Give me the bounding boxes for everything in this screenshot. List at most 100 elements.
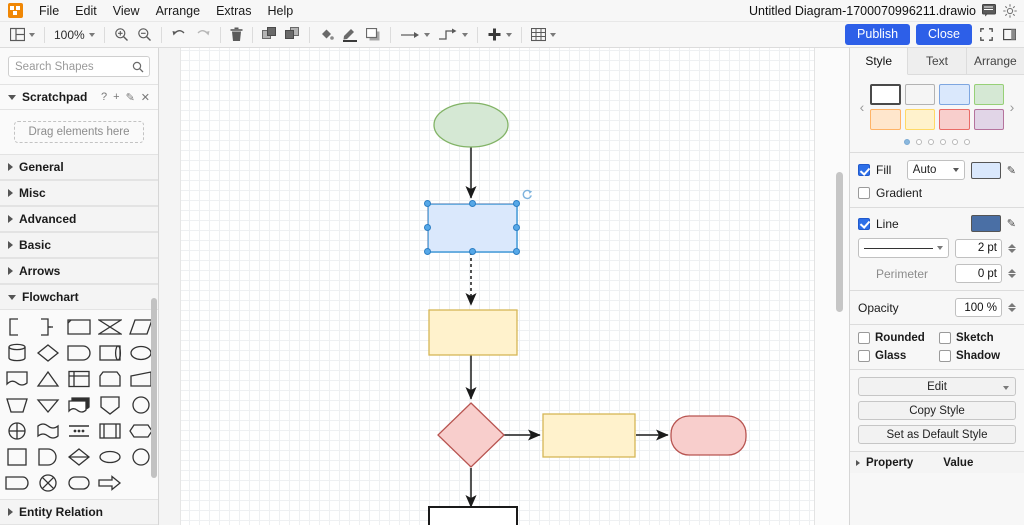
shape-start-1[interactable] bbox=[94, 444, 125, 470]
shape-multi-document[interactable] bbox=[64, 392, 95, 418]
table-icon[interactable] bbox=[527, 23, 560, 47]
swatch-page-dot-4[interactable] bbox=[940, 139, 946, 145]
swatch-purple[interactable] bbox=[973, 109, 1004, 130]
sidebar-section-entity-relation[interactable]: Entity Relation bbox=[0, 499, 158, 525]
menu-arrange[interactable]: Arrange bbox=[148, 2, 208, 20]
resize-handle-nw[interactable] bbox=[424, 200, 431, 207]
publish-button[interactable]: Publish bbox=[845, 24, 911, 45]
menu-help[interactable]: Help bbox=[260, 2, 302, 20]
sidebar-section-flowchart[interactable]: Flowchart bbox=[0, 284, 158, 310]
sidebar-section-misc[interactable]: Misc bbox=[0, 180, 158, 206]
shape-annotation-1[interactable] bbox=[2, 314, 33, 340]
insert-plus-icon[interactable] bbox=[483, 23, 516, 47]
swatch-blue[interactable] bbox=[939, 84, 970, 105]
pencil-icon[interactable]: ✎ bbox=[1007, 217, 1016, 230]
glass-toggle[interactable]: Glass bbox=[858, 350, 935, 362]
swatch-page-dot-6[interactable] bbox=[964, 139, 970, 145]
shape-loop-limit[interactable] bbox=[94, 366, 125, 392]
pencil-icon[interactable]: ✎ bbox=[1007, 164, 1016, 177]
shape-paper-tape[interactable] bbox=[33, 418, 64, 444]
selected-process-rect[interactable] bbox=[427, 203, 518, 253]
scratchpad-dropzone[interactable]: Drag elements here bbox=[14, 121, 144, 143]
scratchpad-add-icon[interactable]: + bbox=[113, 91, 119, 104]
line-width-field[interactable]: 2 pt bbox=[955, 238, 1002, 258]
tab-style[interactable]: Style bbox=[850, 48, 909, 75]
menu-view[interactable]: View bbox=[105, 2, 148, 20]
zoom-in-icon[interactable] bbox=[110, 23, 133, 47]
view-layout-icon[interactable] bbox=[6, 23, 39, 47]
line-style-select[interactable] bbox=[858, 238, 949, 258]
menu-extras[interactable]: Extras bbox=[208, 2, 259, 20]
tab-arrange[interactable]: Arrange bbox=[966, 48, 1024, 74]
search-icon[interactable] bbox=[132, 61, 144, 76]
menu-edit[interactable]: Edit bbox=[67, 2, 105, 20]
shape-tape-data[interactable] bbox=[2, 470, 33, 496]
shape-stored-data[interactable] bbox=[64, 418, 95, 444]
fill-mode-select[interactable]: Auto bbox=[906, 160, 965, 180]
sidebar-section-general[interactable]: General bbox=[0, 154, 158, 180]
resize-handle-n[interactable] bbox=[468, 200, 476, 207]
tab-text[interactable]: Text bbox=[908, 48, 967, 74]
fill-checkbox[interactable] bbox=[858, 164, 870, 176]
comment-icon[interactable] bbox=[980, 2, 997, 19]
shape-terminator[interactable] bbox=[64, 470, 95, 496]
shape-arrow-right[interactable] bbox=[94, 470, 125, 496]
shape-internal-storage[interactable] bbox=[64, 366, 95, 392]
sidebar-section-arrows[interactable]: Arrows bbox=[0, 258, 158, 284]
swatch-yellow[interactable] bbox=[904, 109, 935, 130]
perimeter-stepper[interactable] bbox=[1008, 269, 1016, 278]
process-rect-yellow[interactable] bbox=[428, 309, 518, 356]
shadow-toggle[interactable]: Shadow bbox=[939, 350, 1016, 362]
swatch-orange[interactable] bbox=[870, 109, 901, 130]
swatch-page-dot-2[interactable] bbox=[916, 139, 922, 145]
set-default-style-button[interactable]: Set as Default Style bbox=[858, 425, 1016, 444]
decision-diamond[interactable] bbox=[437, 402, 505, 468]
brightness-icon[interactable] bbox=[1001, 2, 1018, 19]
shape-manual-operation[interactable] bbox=[2, 392, 33, 418]
process-rect-yellow-2[interactable] bbox=[542, 413, 636, 458]
resize-handle-se[interactable] bbox=[513, 248, 520, 255]
undo-icon[interactable] bbox=[167, 23, 191, 47]
chevron-right-icon[interactable]: › bbox=[1006, 99, 1018, 115]
shape-off-page-reference[interactable] bbox=[94, 392, 125, 418]
shape-decision[interactable] bbox=[33, 340, 64, 366]
shape-database[interactable] bbox=[2, 340, 33, 366]
start-ellipse[interactable] bbox=[433, 102, 509, 148]
menu-file[interactable]: File bbox=[31, 2, 67, 20]
shape-terminator-d[interactable] bbox=[33, 444, 64, 470]
scratchpad-edit-icon[interactable]: ✎ bbox=[126, 91, 135, 104]
close-button[interactable]: Close bbox=[916, 24, 972, 45]
shadow-checkbox[interactable] bbox=[939, 350, 951, 362]
toggle-panel-icon[interactable] bbox=[1001, 26, 1018, 43]
resize-handle-e[interactable] bbox=[513, 224, 520, 231]
shape-merge[interactable] bbox=[33, 392, 64, 418]
fullscreen-icon[interactable] bbox=[978, 26, 995, 43]
scratchpad-help-icon[interactable]: ? bbox=[101, 91, 107, 104]
shape-or[interactable] bbox=[94, 314, 125, 340]
shape-annotation-2[interactable] bbox=[33, 314, 64, 340]
swatch-light-gray[interactable] bbox=[904, 84, 935, 105]
perimeter-field[interactable]: 0 pt bbox=[955, 264, 1002, 283]
bring-to-front-icon[interactable] bbox=[258, 23, 281, 47]
line-checkbox[interactable] bbox=[858, 217, 870, 230]
shape-sequential-data[interactable] bbox=[94, 418, 125, 444]
canvas-vertical-scrollbar[interactable] bbox=[836, 172, 843, 312]
shadow-icon[interactable] bbox=[362, 23, 385, 47]
zoom-out-icon[interactable] bbox=[133, 23, 156, 47]
resize-handle-s[interactable] bbox=[468, 248, 476, 255]
swatch-red[interactable] bbox=[939, 109, 970, 130]
shape-summing-junction[interactable] bbox=[2, 418, 33, 444]
chevron-left-icon[interactable]: ‹ bbox=[856, 99, 868, 115]
copy-style-button[interactable]: Copy Style bbox=[858, 401, 1016, 420]
opacity-stepper[interactable] bbox=[1008, 303, 1016, 312]
shape-process[interactable] bbox=[2, 444, 33, 470]
line-color-icon[interactable] bbox=[338, 23, 362, 47]
waypoint-icon[interactable] bbox=[434, 23, 472, 47]
connection-arrow-icon[interactable] bbox=[396, 23, 434, 47]
resize-handle-sw[interactable] bbox=[424, 248, 431, 255]
swatch-green[interactable] bbox=[973, 84, 1004, 105]
sketch-checkbox[interactable] bbox=[939, 332, 951, 344]
sketch-toggle[interactable]: Sketch bbox=[939, 332, 1016, 344]
sidebar-section-advanced[interactable]: Advanced bbox=[0, 206, 158, 232]
swatch-page-dot-3[interactable] bbox=[928, 139, 934, 145]
